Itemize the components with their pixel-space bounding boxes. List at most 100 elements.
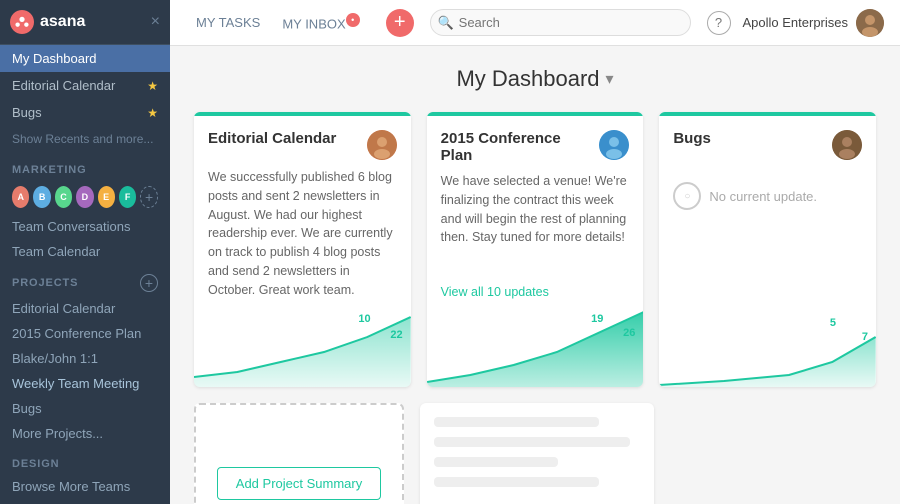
sidebar-item-show-recents[interactable]: Show Recents and more... [0, 126, 170, 152]
star-icon-bugs: ★ [147, 106, 158, 120]
chart-label-bottom: 26 [623, 327, 635, 339]
topbar-right: ? Apollo Enterprises [707, 9, 885, 37]
card-avatar [832, 130, 862, 160]
topbar: MY TASKS MY INBOX• + 🔍 ? Apollo Enterpri… [170, 0, 900, 46]
no-update-icon: ○ [673, 182, 701, 210]
no-update-section: ○ No current update. [659, 168, 876, 224]
sidebar-item-bugs-project[interactable]: Bugs [0, 396, 170, 421]
search-input[interactable] [430, 9, 691, 36]
more-projects-label: More Projects... [12, 426, 103, 441]
avatar: B [33, 186, 50, 208]
team-calendar-label: Team Calendar [12, 244, 100, 259]
card-bugs: Bugs ○ No current update. [659, 112, 876, 387]
card-header: 2015 Conference Plan [427, 116, 644, 172]
avatar: E [98, 186, 115, 208]
chart-label-bottom: 7 [862, 331, 868, 343]
sidebar-item-editorial-calendar-starred[interactable]: Editorial Calendar ★ [0, 72, 170, 99]
browse-teams-label: Browse More Teams [12, 479, 130, 494]
add-member-button[interactable]: + [140, 186, 158, 208]
dashboard-title: My Dashboard [456, 66, 599, 92]
my-tasks-nav[interactable]: MY TASKS [186, 11, 270, 34]
sidebar-item-editorial-calendar[interactable]: Editorial Calendar [0, 296, 170, 321]
chart-label-bottom: 22 [390, 329, 402, 341]
projects-section-label: PROJECTS [12, 277, 78, 289]
add-project-card: Add Project Summary [194, 403, 404, 504]
card-body: We successfully published 6 blog posts a… [194, 168, 411, 307]
card-avatar [367, 130, 397, 160]
avatar: D [76, 186, 93, 208]
logo-text: asana [40, 13, 85, 31]
inbox-badge: • [346, 13, 360, 27]
topbar-nav: MY TASKS MY INBOX• [186, 9, 370, 35]
add-task-button[interactable]: + [386, 9, 414, 37]
card-header: Editorial Calendar [194, 116, 411, 168]
sidebar-item-blake-john[interactable]: Blake/John 1:1 [0, 346, 170, 371]
help-button[interactable]: ? [707, 11, 731, 35]
starred-item-bugs-label: Bugs [12, 105, 147, 120]
project-conference-label: 2015 Conference Plan [12, 326, 141, 341]
placeholder-line [434, 417, 599, 427]
sidebar-item-weekly-team[interactable]: Weekly Team Meeting [0, 371, 170, 396]
sidebar-item-browse-teams[interactable]: Browse More Teams [0, 474, 170, 499]
sidebar-item-bugs-starred[interactable]: Bugs ★ [0, 99, 170, 126]
card-chart-conference: 19 26 [427, 307, 644, 387]
show-recents-label: Show Recents and more... [12, 132, 158, 146]
marketing-avatars: A B C D E F + [0, 180, 170, 214]
card-editorial-calendar: Editorial Calendar We successfully publi… [194, 112, 411, 387]
card-title: Bugs [673, 130, 822, 147]
card-chart-editorial: 10 22 [194, 307, 411, 387]
chart-label-top: 5 [830, 317, 836, 329]
placeholder-line [434, 477, 599, 487]
dashboard-content: My Dashboard ▾ Editorial Calendar We suc… [170, 46, 900, 504]
add-project-button[interactable]: + [140, 274, 158, 292]
sidebar-header: asana × [0, 0, 170, 45]
avatar: A [12, 186, 29, 208]
sidebar-item-team-calendar[interactable]: Team Calendar [0, 239, 170, 264]
card-conference-plan: 2015 Conference Plan We have selected a … [427, 112, 644, 387]
no-update-text: No current update. [709, 189, 817, 204]
project-weekly-label: Weekly Team Meeting [12, 376, 139, 391]
card-chart-bugs: 5 7 [659, 307, 876, 387]
star-icon: ★ [147, 79, 158, 93]
sidebar-item-conference-plan[interactable]: 2015 Conference Plan [0, 321, 170, 346]
add-icon: + [394, 11, 406, 34]
sidebar-my-dashboard-label: My Dashboard [12, 51, 158, 66]
chart-label-top: 19 [591, 313, 603, 325]
cards-row-1: Editorial Calendar We successfully publi… [194, 112, 876, 387]
project-editorial-label: Editorial Calendar [12, 301, 115, 316]
card-title: Editorial Calendar [208, 130, 357, 147]
empty-space [670, 403, 876, 504]
projects-section-header: PROJECTS + [0, 264, 170, 296]
logo-icon [10, 10, 34, 34]
placeholder-card-1 [420, 403, 654, 504]
chart-label-top: 10 [358, 313, 370, 325]
sidebar-item-tags[interactable]: ▶ Tags [0, 499, 170, 504]
dashboard-title-arrow[interactable]: ▾ [606, 69, 614, 89]
sidebar-item-more-projects[interactable]: More Projects... [0, 421, 170, 446]
dashboard-title-container: My Dashboard ▾ [194, 66, 876, 92]
placeholder-line [434, 437, 630, 447]
card-title: 2015 Conference Plan [441, 130, 590, 164]
sidebar-item-team-conversations[interactable]: Team Conversations [0, 214, 170, 239]
user-avatar [856, 9, 884, 37]
main-content: MY TASKS MY INBOX• + 🔍 ? Apollo Enterpri… [170, 0, 900, 504]
user-info[interactable]: Apollo Enterprises [743, 9, 885, 37]
marketing-section-label: Marketing [0, 152, 170, 180]
starred-item-label: Editorial Calendar [12, 78, 147, 93]
sidebar-item-my-dashboard[interactable]: My Dashboard [0, 45, 170, 72]
card-link[interactable]: View all 10 updates [427, 285, 644, 307]
card-body: We have selected a venue! We're finalizi… [427, 172, 644, 285]
avatar: C [55, 186, 72, 208]
sidebar: asana × My Dashboard Editorial Calendar … [0, 0, 170, 504]
avatar: F [119, 186, 136, 208]
my-inbox-nav[interactable]: MY INBOX• [272, 9, 369, 35]
my-inbox-label: MY INBOX [282, 17, 345, 32]
search-bar: 🔍 [430, 9, 691, 36]
card-header: Bugs [659, 116, 876, 168]
design-section-label: DESIGN [0, 446, 170, 474]
card-avatar [599, 130, 629, 160]
search-icon: 🔍 [438, 15, 454, 31]
add-project-summary-button[interactable]: Add Project Summary [217, 467, 381, 500]
close-button[interactable]: × [151, 13, 160, 31]
cards-row-2: Add Project Summary [194, 403, 876, 504]
